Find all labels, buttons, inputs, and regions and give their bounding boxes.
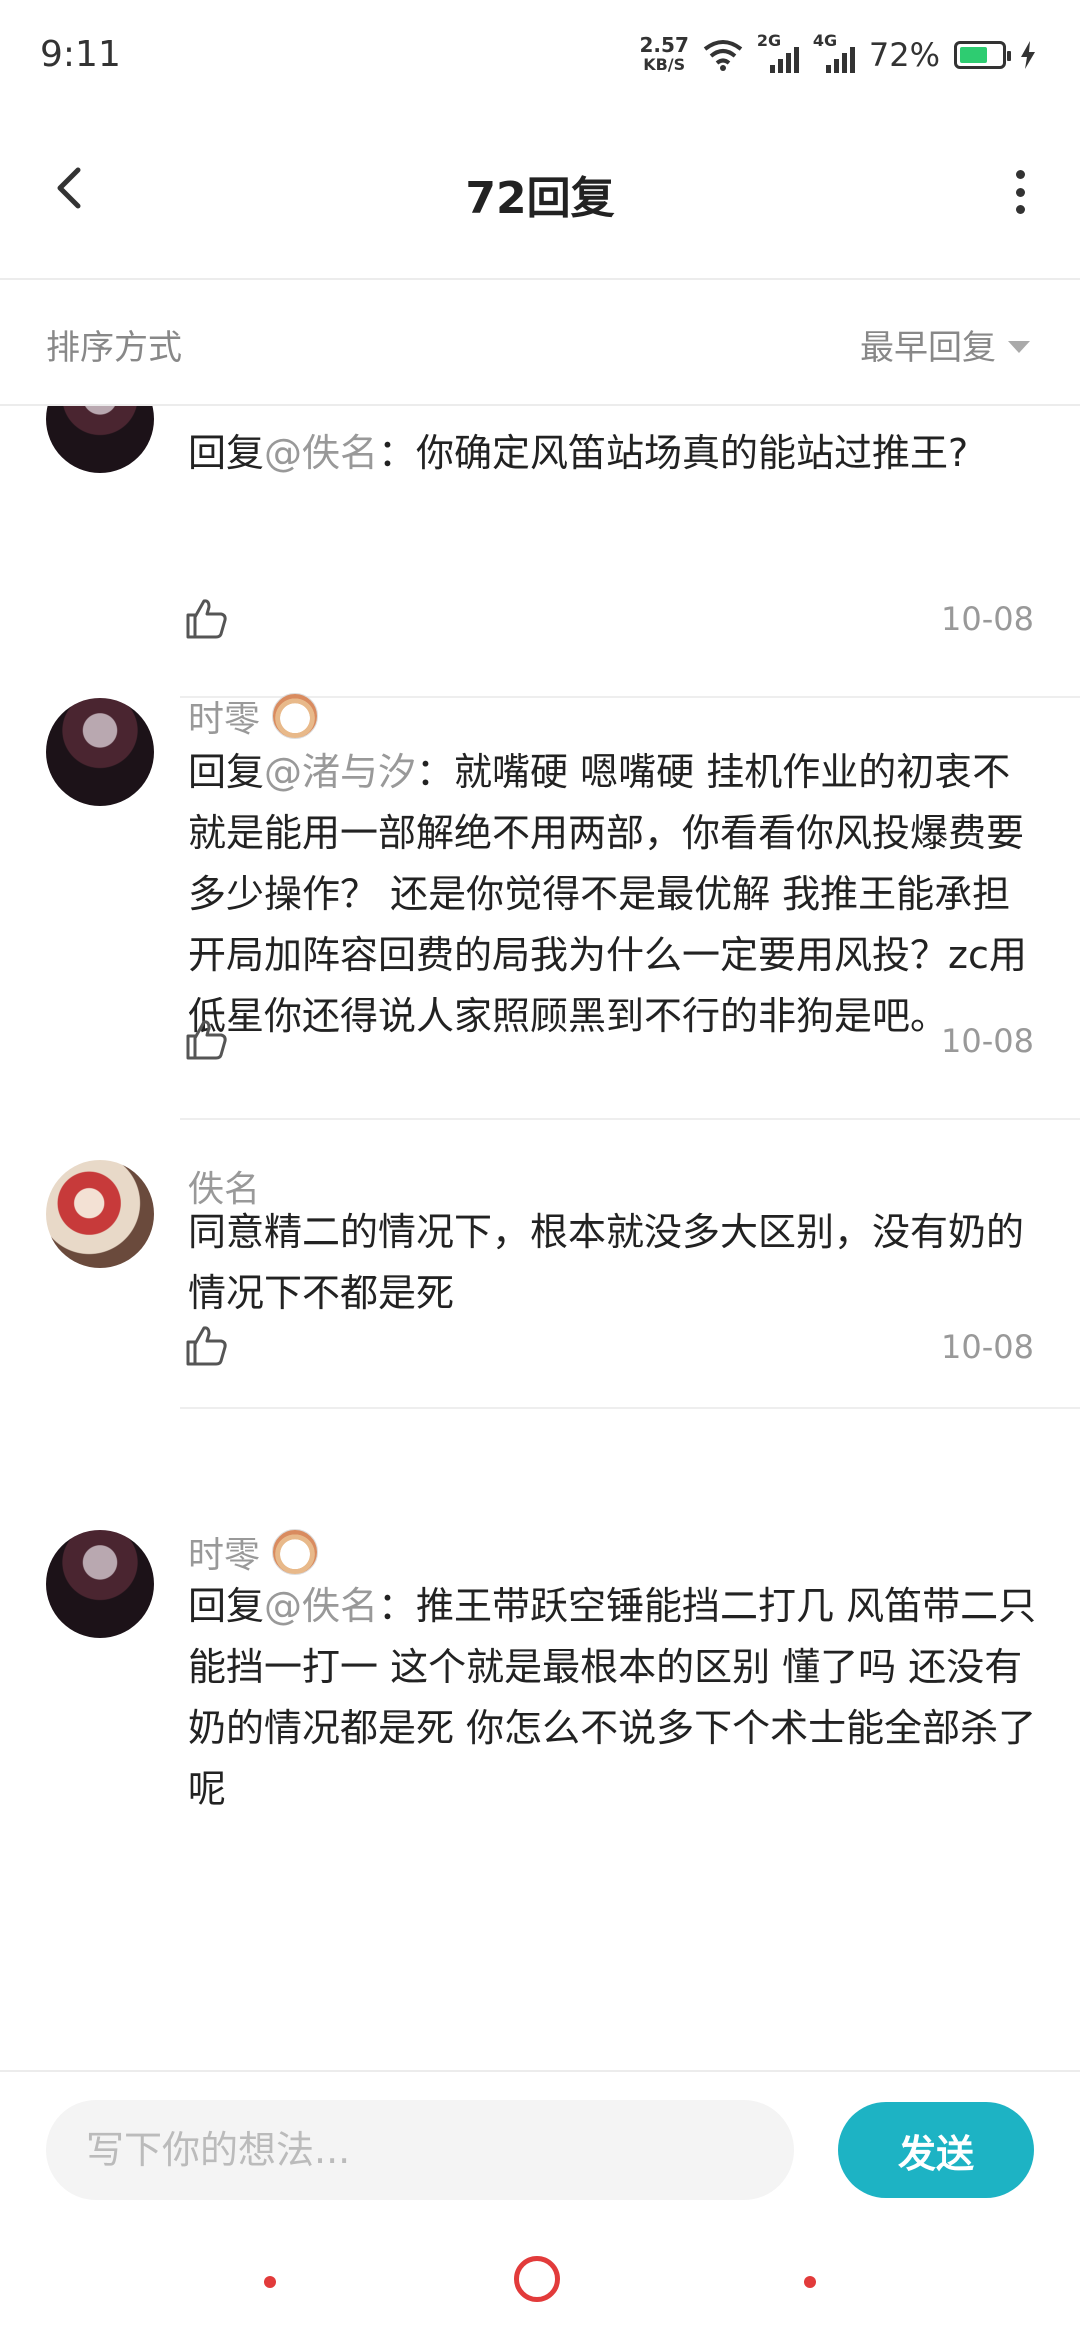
dropdown-triangle-icon — [1008, 340, 1030, 353]
reply-date: 10-08 — [941, 1328, 1034, 1366]
nav-menu-button[interactable] — [264, 2276, 276, 2288]
reply-mention[interactable]: @佚名 — [264, 1584, 378, 1628]
battery-icon — [954, 41, 1011, 69]
reply-mention[interactable]: @佚名 — [264, 431, 378, 475]
sort-label: 排序方式 — [46, 328, 182, 368]
reply-content: 回复@渚与汐：就嘴硬 嗯嘴硬 挂机作业的初衷不就是能用一部解绝不用两部，你看看你… — [188, 742, 1038, 1047]
avatar[interactable] — [46, 405, 154, 473]
divider — [180, 1118, 1080, 1120]
user-badge-icon — [272, 693, 319, 739]
more-vertical-icon[interactable] — [1010, 170, 1030, 214]
signal-2g-icon: 2G — [757, 31, 799, 75]
thumbs-up-icon[interactable] — [182, 595, 230, 643]
reply-username[interactable]: 时零 — [188, 690, 319, 742]
user-badge-icon — [272, 1529, 319, 1575]
comment-input[interactable] — [46, 2100, 794, 2200]
sort-bar: 排序方式 最早回复 — [0, 280, 1080, 406]
system-nav-bar — [0, 2222, 1080, 2340]
send-button[interactable]: 发送 — [838, 2102, 1034, 2198]
battery-percent: 72% — [868, 36, 940, 74]
reply-list[interactable]: 回复@佚名：你确定风笛站场真的能站过推王? 10-08 时零 回复@渚与汐：就嘴… — [0, 405, 1080, 2070]
reply-prefix: 回复 — [188, 431, 265, 475]
status-indicators: 2.57 KB/S 2G 4G 72% — [640, 30, 1036, 80]
reply-text: 同意精二的情况下，根本就没多大区别，没有奶的情况下不都是死 — [188, 1210, 1025, 1315]
signal-4g-icon: 4G — [813, 31, 855, 75]
thumbs-up-icon[interactable] — [182, 1016, 230, 1064]
page-title: 72回复 — [465, 173, 615, 224]
thumbs-up-icon[interactable] — [182, 1322, 230, 1370]
reply-date: 10-08 — [941, 600, 1034, 638]
network-speed-value: 2.57 — [639, 33, 689, 57]
avatar[interactable] — [46, 1530, 154, 1638]
divider — [180, 1407, 1080, 1409]
reply-text: ：你确定风笛站场真的能站过推王? — [378, 431, 969, 475]
comment-composer: 发送 — [0, 2070, 1080, 2222]
reply-date: 10-08 — [941, 1022, 1034, 1060]
reply-content: 回复@佚名：你确定风笛站场真的能站过推王? — [188, 423, 1038, 484]
nav-back-button[interactable] — [804, 2276, 816, 2288]
status-bar: 9:11 2.57 KB/S 2G 4G 72% — [0, 0, 1080, 110]
reply-prefix: 回复 — [188, 1584, 265, 1628]
reply-prefix: 回复 — [188, 750, 265, 794]
avatar[interactable] — [46, 698, 154, 806]
reply-username[interactable]: 时零 — [188, 1526, 319, 1578]
top-app-bar: 72回复 — [0, 110, 1080, 280]
network-speed-unit: KB/S — [643, 55, 686, 74]
reply-content: 同意精二的情况下，根本就没多大区别，没有奶的情况下不都是死 — [188, 1202, 1038, 1324]
avatar[interactable] — [46, 1160, 154, 1268]
battery-level-fill — [960, 47, 988, 63]
wifi-icon — [703, 40, 743, 71]
reply-content: 回复@佚名：推王带跃空锤能挡二打几 风笛带二只能挡一打一 这个就是最根本的区别 … — [188, 1576, 1038, 1820]
sort-value: 最早回复 — [860, 328, 996, 368]
network-speed: 2.57 KB/S — [640, 35, 689, 75]
status-time: 9:11 — [40, 34, 121, 75]
charging-icon — [1021, 41, 1035, 69]
reply-mention[interactable]: @渚与汐 — [264, 750, 416, 794]
nav-home-button[interactable] — [514, 2256, 560, 2302]
sort-dropdown[interactable]: 最早回复 — [860, 320, 1030, 369]
